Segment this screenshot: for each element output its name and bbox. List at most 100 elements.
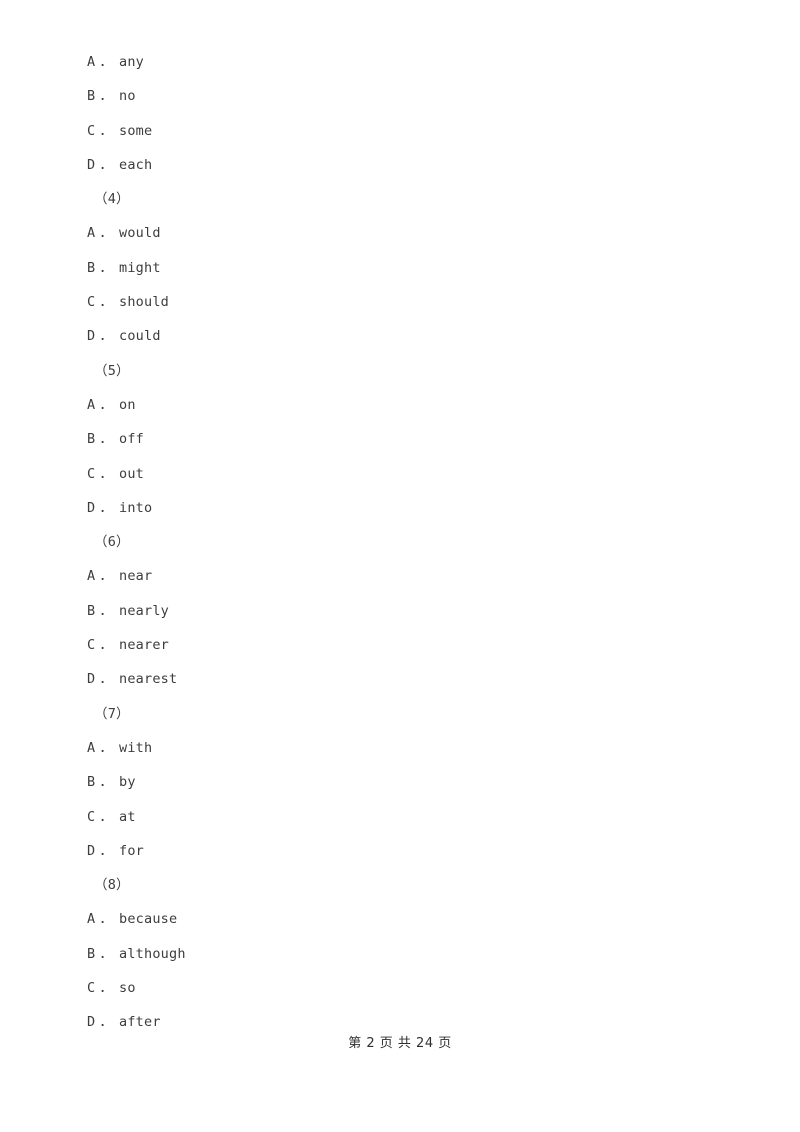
option-text: off: [119, 431, 145, 448]
option-separator: ．: [99, 499, 114, 516]
option-letter: B: [87, 431, 96, 448]
answer-option[interactable]: D ． each: [87, 148, 727, 182]
option-letter: D: [87, 842, 96, 859]
option-separator: ．: [99, 774, 114, 791]
document-page: A ． any B ． no C ． some D ． each （4） A ． would B ． might C ．…: [0, 0, 800, 1132]
page-footer: 第 2 页 共 24 页: [348, 1036, 452, 1051]
option-text: nearly: [119, 602, 169, 619]
option-letter: B: [87, 774, 96, 791]
option-text: out: [119, 465, 145, 482]
option-text: near: [119, 568, 153, 585]
option-separator: ．: [99, 259, 114, 276]
option-separator: ．: [99, 602, 114, 619]
answer-option[interactable]: A ． on: [87, 388, 727, 422]
option-letter: B: [87, 602, 96, 619]
option-letter: B: [87, 945, 96, 962]
option-separator: ．: [99, 637, 114, 654]
answer-option[interactable]: C ． so: [87, 971, 727, 1005]
option-letter: C: [87, 294, 96, 311]
answer-option[interactable]: D ． nearest: [87, 662, 727, 696]
option-letter: B: [87, 88, 96, 105]
question-number: （5）: [94, 362, 130, 379]
option-letter: C: [87, 980, 96, 997]
option-text: some: [119, 122, 153, 139]
answer-option[interactable]: A ． would: [87, 216, 727, 250]
option-letter: C: [87, 465, 96, 482]
option-letter: D: [87, 671, 96, 688]
option-text: nearer: [119, 637, 169, 654]
option-letter: A: [87, 739, 96, 756]
option-text: by: [119, 774, 136, 791]
option-letter: A: [87, 225, 96, 242]
option-letter: A: [87, 54, 96, 70]
answer-option[interactable]: A ． near: [87, 559, 727, 593]
option-separator: ．: [99, 980, 114, 997]
option-separator: ．: [99, 156, 114, 173]
answer-option[interactable]: B ． off: [87, 422, 727, 456]
option-separator: ．: [99, 122, 114, 139]
option-letter: C: [87, 637, 96, 654]
answer-option[interactable]: D ． for: [87, 834, 727, 868]
answer-option[interactable]: C ． out: [87, 457, 727, 491]
answer-option[interactable]: B ． by: [87, 765, 727, 799]
option-letter: B: [87, 259, 96, 276]
question-number: （7）: [94, 705, 130, 722]
option-letter: C: [87, 122, 96, 139]
answer-option[interactable]: B ． no: [87, 79, 727, 113]
answer-option[interactable]: B ． might: [87, 251, 727, 285]
option-separator: ．: [99, 739, 114, 756]
option-separator: ．: [99, 945, 114, 962]
answer-option[interactable]: D ． could: [87, 319, 727, 353]
option-separator: ．: [99, 671, 114, 688]
option-text: each: [119, 156, 153, 173]
option-letter: A: [87, 396, 96, 413]
option-text: no: [119, 88, 136, 105]
option-separator: ．: [99, 328, 114, 345]
option-text: on: [119, 396, 136, 413]
answer-option[interactable]: C ． some: [87, 114, 727, 148]
option-text: although: [119, 945, 186, 962]
option-separator: ．: [99, 568, 114, 585]
option-separator: ．: [99, 294, 114, 311]
question-number: （4）: [94, 191, 130, 208]
option-text: because: [119, 911, 178, 928]
option-separator: ．: [99, 88, 114, 105]
option-text: nearest: [119, 671, 178, 688]
answer-option[interactable]: C ． nearer: [87, 628, 727, 662]
answer-option[interactable]: A ． any: [87, 45, 727, 79]
option-text: any: [119, 54, 145, 70]
option-text: might: [119, 259, 161, 276]
option-separator: ．: [99, 396, 114, 413]
answer-option[interactable]: B ． nearly: [87, 594, 727, 628]
option-letter: D: [87, 499, 96, 516]
option-letter: D: [87, 328, 96, 345]
option-separator: ．: [99, 842, 114, 859]
option-separator: ．: [99, 808, 114, 825]
answer-option[interactable]: B ． although: [87, 937, 727, 971]
answer-option[interactable]: C ． should: [87, 285, 727, 319]
option-separator: ．: [99, 54, 114, 70]
option-separator: ．: [99, 225, 114, 242]
question-number: （8）: [94, 877, 130, 894]
option-separator: ．: [99, 911, 114, 928]
option-letter: C: [87, 808, 96, 825]
question-options-list: A ． any B ． no C ． some D ． each （4） A ． would B ． might C ．…: [87, 45, 727, 1040]
option-letter: A: [87, 911, 96, 928]
option-text: could: [119, 328, 161, 345]
option-text: would: [119, 225, 161, 242]
option-text: into: [119, 499, 153, 516]
option-text: so: [119, 980, 136, 997]
option-separator: ．: [99, 465, 114, 482]
answer-option[interactable]: D ． into: [87, 491, 727, 525]
option-text: with: [119, 739, 153, 756]
answer-option[interactable]: A ． with: [87, 731, 727, 765]
option-text: for: [119, 842, 145, 859]
option-letter: A: [87, 568, 96, 585]
option-separator: ．: [99, 431, 114, 448]
option-text: at: [119, 808, 136, 825]
answer-option[interactable]: A ． because: [87, 902, 727, 936]
question-number: （6）: [94, 534, 130, 551]
option-letter: D: [87, 156, 96, 173]
option-text: should: [119, 294, 169, 311]
answer-option[interactable]: C ． at: [87, 800, 727, 834]
